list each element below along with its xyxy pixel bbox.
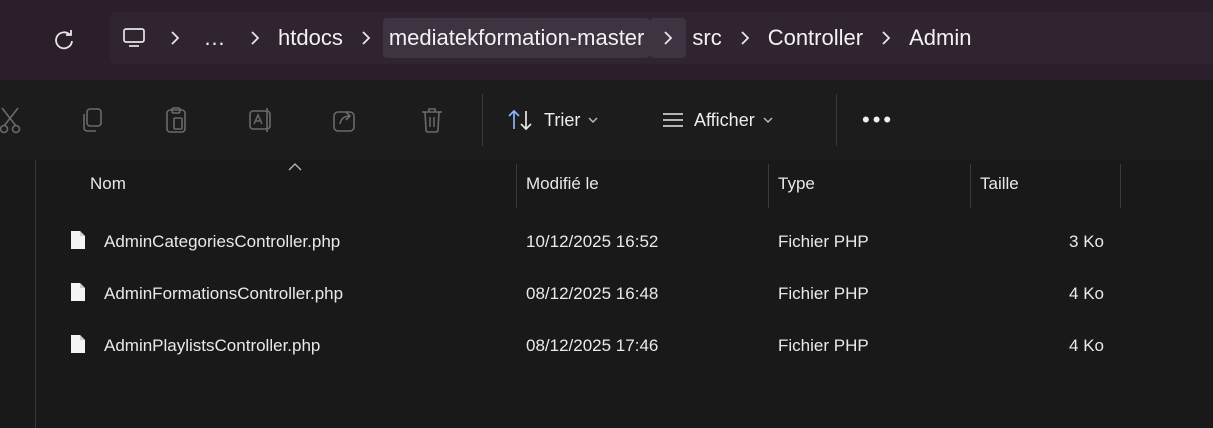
pane-divider: [35, 160, 36, 428]
file-modified: 08/12/2025 16:48: [526, 284, 659, 303]
computer-icon: [123, 28, 145, 47]
chevron-right-icon[interactable]: [650, 18, 687, 58]
delete-button[interactable]: [420, 100, 446, 140]
rename-button[interactable]: [248, 100, 276, 140]
cut-icon: [0, 107, 21, 134]
more-options-button[interactable]: •••: [862, 100, 894, 140]
breadcrumb-overflow[interactable]: …: [192, 25, 238, 51]
chevron-down-icon: [763, 117, 773, 123]
breadcrumb-item-mediatekformation-master[interactable]: mediatekformation-master: [382, 18, 651, 58]
paste-icon: [166, 107, 186, 133]
chevron-right-icon[interactable]: [869, 31, 903, 45]
column-divider[interactable]: [970, 164, 971, 208]
breadcrumb: … htdocs mediatekformation-master src Co…: [110, 12, 977, 64]
column-header-size[interactable]: Taille: [980, 160, 1019, 208]
file-size: 4 Ko: [1069, 336, 1104, 355]
file-icon: [71, 335, 85, 353]
breadcrumb-item-src[interactable]: src: [686, 18, 727, 58]
chevron-down-icon: [588, 117, 598, 123]
column-divider[interactable]: [1120, 164, 1121, 208]
file-list: Nom Modifié le Type Taille AdminCategori…: [0, 160, 1213, 428]
command-bar: Trier Afficher •••: [0, 80, 1213, 160]
column-header-type[interactable]: Type: [778, 160, 815, 208]
file-type: Fichier PHP: [778, 336, 869, 355]
file-modified: 10/12/2025 16:52: [526, 232, 659, 251]
computer-button[interactable]: [110, 27, 158, 49]
chevron-right-icon[interactable]: [158, 31, 192, 45]
file-icon: [71, 283, 85, 301]
address-bar[interactable]: … htdocs mediatekformation-master src Co…: [110, 12, 1213, 64]
sort-ascending-icon: [288, 163, 302, 171]
file-name: AdminPlaylistsController.php: [104, 336, 321, 355]
copy-button[interactable]: [80, 100, 106, 140]
refresh-button[interactable]: [46, 22, 82, 58]
chevron-right-icon[interactable]: [349, 31, 383, 45]
sort-button[interactable]: Trier: [508, 100, 598, 140]
view-button[interactable]: Afficher: [662, 100, 773, 140]
share-icon: [333, 111, 355, 132]
file-type: Fichier PHP: [778, 232, 869, 251]
breadcrumb-item-controller[interactable]: Controller: [762, 18, 869, 58]
file-name: AdminCategoriesController.php: [104, 232, 341, 251]
file-row[interactable]: AdminCategoriesController.php 10/12/2025…: [62, 220, 1162, 264]
rename-icon: [249, 108, 271, 132]
sort-icon: [508, 109, 532, 131]
share-button[interactable]: [332, 100, 358, 140]
column-header-name[interactable]: Nom: [90, 160, 126, 208]
breadcrumb-item-admin[interactable]: Admin: [903, 18, 977, 58]
view-label: Afficher: [694, 109, 755, 130]
toolbar-divider: [836, 94, 837, 146]
file-modified: 08/12/2025 17:46: [526, 336, 659, 355]
chevron-right-icon[interactable]: [728, 31, 762, 45]
file-size: 4 Ko: [1069, 284, 1104, 303]
column-divider[interactable]: [516, 164, 517, 208]
title-bar: … htdocs mediatekformation-master src Co…: [0, 0, 1213, 80]
copy-icon: [83, 108, 102, 132]
toolbar-divider: [482, 94, 483, 146]
paste-button[interactable]: [164, 100, 190, 140]
refresh-icon: [55, 30, 73, 50]
delete-icon: [422, 108, 442, 133]
file-size: 3 Ko: [1069, 232, 1104, 251]
chevron-right-icon[interactable]: [238, 31, 272, 45]
cut-button[interactable]: [0, 100, 26, 140]
view-icon: [663, 113, 683, 127]
file-type: Fichier PHP: [778, 284, 869, 303]
column-divider[interactable]: [768, 164, 769, 208]
file-row[interactable]: AdminFormationsController.php 08/12/2025…: [62, 272, 1162, 316]
breadcrumb-item-htdocs[interactable]: htdocs: [272, 18, 349, 58]
column-header-modified[interactable]: Modifié le: [526, 160, 599, 208]
file-row[interactable]: AdminPlaylistsController.php 08/12/2025 …: [62, 324, 1162, 368]
sort-label: Trier: [544, 109, 581, 130]
file-icon: [71, 231, 85, 249]
file-name: AdminFormationsController.php: [104, 284, 344, 303]
